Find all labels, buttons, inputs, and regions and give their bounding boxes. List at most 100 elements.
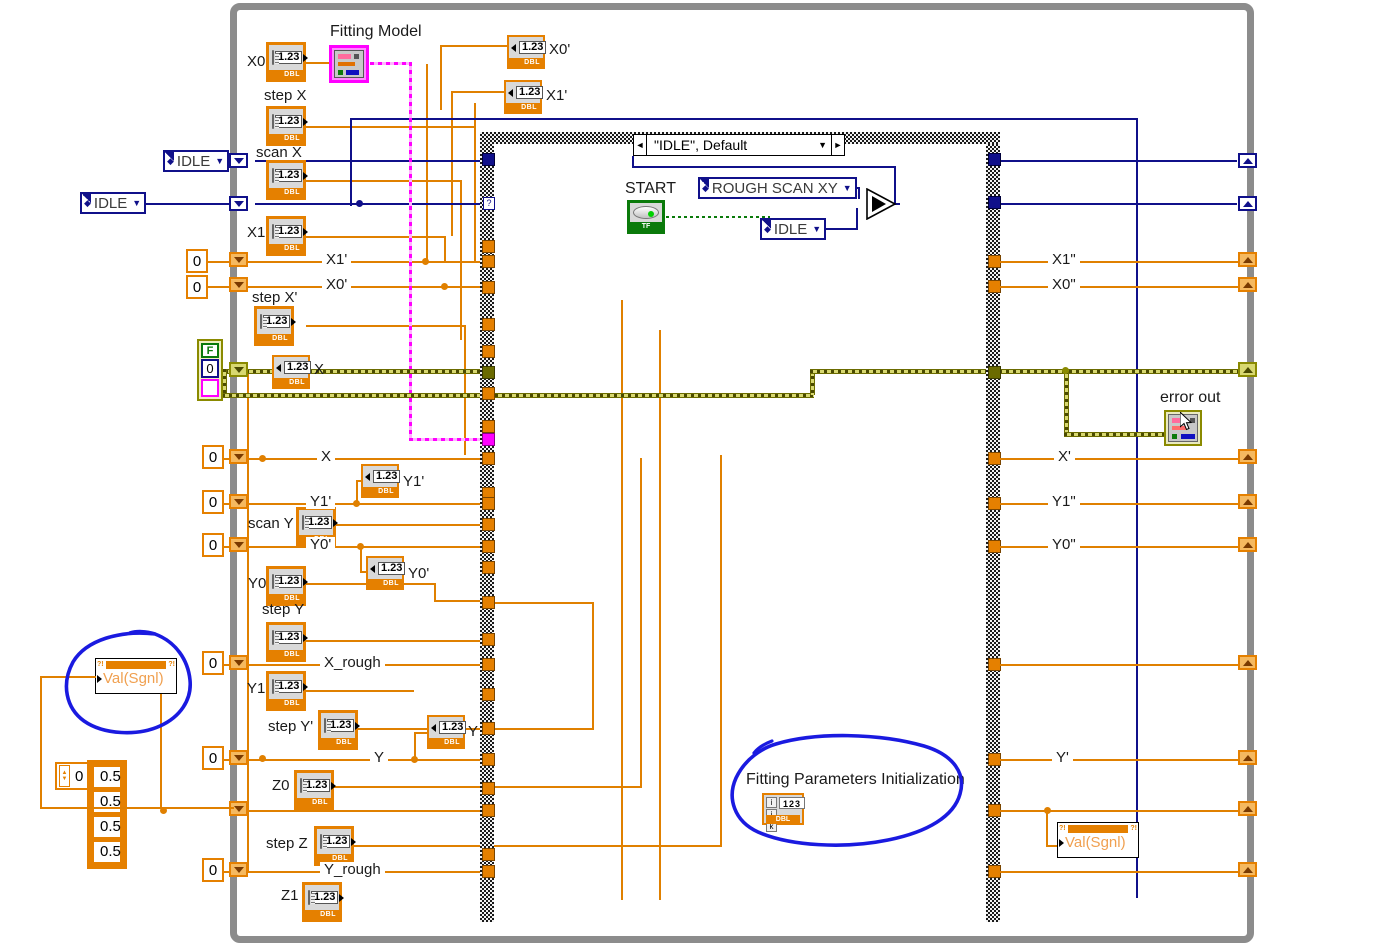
array-element[interactable]: 0.5: [93, 766, 121, 788]
case-tunnel[interactable]: [482, 420, 495, 433]
case-tunnel-enum-out[interactable]: [988, 196, 1001, 209]
array-elements[interactable]: 0.5 0.5 0.5 0.5: [87, 760, 127, 869]
case-tunnel[interactable]: [482, 596, 495, 609]
enum-constant-idle-left[interactable]: ◆ IDLE ▼: [80, 192, 147, 214]
array-element[interactable]: 0.5: [93, 791, 121, 813]
loop-shift-register-left[interactable]: [229, 655, 248, 670]
loop-output-terminal[interactable]: [1238, 449, 1257, 464]
loop-shift-register-left[interactable]: [229, 862, 248, 877]
case-tunnel[interactable]: [482, 804, 495, 817]
array-element[interactable]: 0.5: [93, 816, 121, 838]
loop-output-terminal[interactable]: [1238, 862, 1257, 877]
constant-zero[interactable]: 0: [202, 533, 224, 557]
chevron-down-icon[interactable]: ▼: [812, 224, 821, 234]
case-tunnel[interactable]: [482, 281, 495, 294]
loop-output-error[interactable]: [1238, 362, 1257, 377]
loop-output-terminal[interactable]: [1238, 801, 1257, 816]
case-selector-terminal[interactable]: ?: [483, 197, 495, 210]
loop-shift-register-left[interactable]: [229, 537, 248, 552]
case-tunnel[interactable]: [482, 865, 495, 878]
array-index-spinner[interactable]: ▲ ▼: [59, 765, 70, 787]
constant-zero[interactable]: 0: [186, 249, 208, 273]
chevron-down-icon[interactable]: ▼: [132, 198, 141, 208]
case-tunnel[interactable]: [482, 540, 495, 553]
constant-zero[interactable]: 0: [202, 746, 224, 770]
error-code-field[interactable]: 0: [201, 359, 219, 378]
indicator-y[interactable]: 1.23 DBL: [427, 715, 467, 749]
loop-output-terminal[interactable]: [1238, 537, 1257, 552]
indicator-x1-prime[interactable]: 1.23 DBL: [504, 80, 544, 114]
case-tunnel[interactable]: [482, 345, 495, 358]
case-prev-arrow[interactable]: ◄: [634, 135, 647, 155]
loop-tunnel-enum[interactable]: [229, 153, 248, 168]
control-step-y[interactable]: 1.23 DBL: [266, 622, 309, 662]
case-tunnel[interactable]: [482, 518, 495, 531]
loop-shift-register-left[interactable]: [229, 750, 248, 765]
indicator-y0-prime[interactable]: 1.23 DBL: [366, 556, 406, 590]
case-selector[interactable]: ◄ "IDLE", Default ▼ ►: [633, 134, 845, 156]
chevron-down-icon[interactable]: ▼: [215, 156, 224, 166]
case-tunnel[interactable]: [482, 658, 495, 671]
case-tunnel[interactable]: [482, 497, 495, 510]
control-step-x-prime[interactable]: 1.23 DBL: [254, 306, 297, 346]
case-tunnel[interactable]: [482, 633, 495, 646]
case-tunnel[interactable]: [482, 688, 495, 701]
array-value[interactable]: 123: [779, 797, 806, 809]
loop-output-terminal[interactable]: [1238, 277, 1257, 292]
fitting-model-refnum[interactable]: [329, 45, 369, 83]
constant-zero[interactable]: 0: [186, 275, 208, 299]
loop-shift-register-left[interactable]: [229, 449, 248, 464]
case-tunnel[interactable]: [482, 318, 495, 331]
indicator-x[interactable]: 1.23 DBL: [272, 355, 312, 389]
property-node-row[interactable]: Val(Sgnl): [96, 670, 176, 688]
start-boolean-control[interactable]: TF: [627, 200, 665, 234]
control-y0[interactable]: 1.23 DBL: [266, 566, 309, 606]
case-tunnel[interactable]: [482, 753, 495, 766]
control-step-z[interactable]: 1.23 DBL: [314, 826, 357, 866]
control-z0[interactable]: 1.23 DBL: [294, 770, 337, 810]
loop-output-enum[interactable]: [1238, 153, 1257, 168]
indicator-y1-prime[interactable]: 1.23 DBL: [361, 464, 401, 498]
enum-constant-idle-top[interactable]: ◆ IDLE ▼: [163, 150, 230, 172]
array-element[interactable]: 0.5: [93, 841, 121, 863]
loop-output-terminal[interactable]: [1238, 252, 1257, 267]
loop-tunnel-enum[interactable]: [229, 196, 248, 211]
val-signal-property-node-right[interactable]: ?! ?! Val(Sgnl): [1057, 822, 1139, 858]
case-tunnel[interactable]: [482, 240, 495, 253]
case-tunnel-error-out[interactable]: [988, 366, 1001, 379]
loop-output-terminal[interactable]: [1238, 494, 1257, 509]
constant-zero[interactable]: 0: [202, 490, 224, 514]
control-scan-x[interactable]: 1.23 DBL: [266, 160, 309, 200]
case-next-arrow[interactable]: ►: [831, 135, 844, 155]
constant-zero[interactable]: 0: [202, 858, 224, 882]
case-tunnel[interactable]: [482, 722, 495, 735]
case-tunnel-error[interactable]: [482, 366, 495, 379]
case-tunnel[interactable]: [482, 255, 495, 268]
loop-output-terminal[interactable]: [1238, 655, 1257, 670]
control-step-y-prime[interactable]: 1.23 DBL: [318, 710, 361, 750]
property-node-row[interactable]: Val(Sgnl): [1058, 834, 1138, 852]
case-tunnel[interactable]: [482, 848, 495, 861]
case-tunnel[interactable]: [482, 387, 495, 400]
loop-shift-register-left[interactable]: [229, 494, 248, 509]
constant-zero[interactable]: 0: [202, 651, 224, 675]
enum-constant-idle-case[interactable]: ◆ IDLE ▼: [760, 218, 827, 240]
case-tunnel[interactable]: [482, 452, 495, 465]
indicator-x0-prime[interactable]: 1.23 DBL: [507, 35, 547, 69]
loop-output-terminal[interactable]: [1238, 750, 1257, 765]
array-dim-i[interactable]: i: [766, 797, 777, 808]
control-x0[interactable]: 1.23 DBL: [266, 42, 309, 82]
loop-shift-register-error[interactable]: [229, 362, 248, 377]
fitting-parameters-initialization-constant[interactable]: i j k 123 DBL: [762, 793, 806, 832]
case-structure[interactable]: [480, 132, 1000, 922]
case-tunnel-refnum[interactable]: [482, 433, 495, 446]
constant-zero[interactable]: 0: [202, 445, 224, 469]
loop-shift-register-left[interactable]: [229, 252, 248, 267]
case-tunnel[interactable]: [482, 782, 495, 795]
error-source-field[interactable]: [201, 379, 219, 397]
control-z1[interactable]: 1.23 DBL: [302, 882, 345, 922]
error-status-field[interactable]: F: [201, 343, 219, 358]
case-tunnel-enum-in[interactable]: [482, 153, 495, 166]
select-node[interactable]: [866, 188, 898, 220]
error-cluster-constant[interactable]: F 0: [197, 339, 223, 401]
